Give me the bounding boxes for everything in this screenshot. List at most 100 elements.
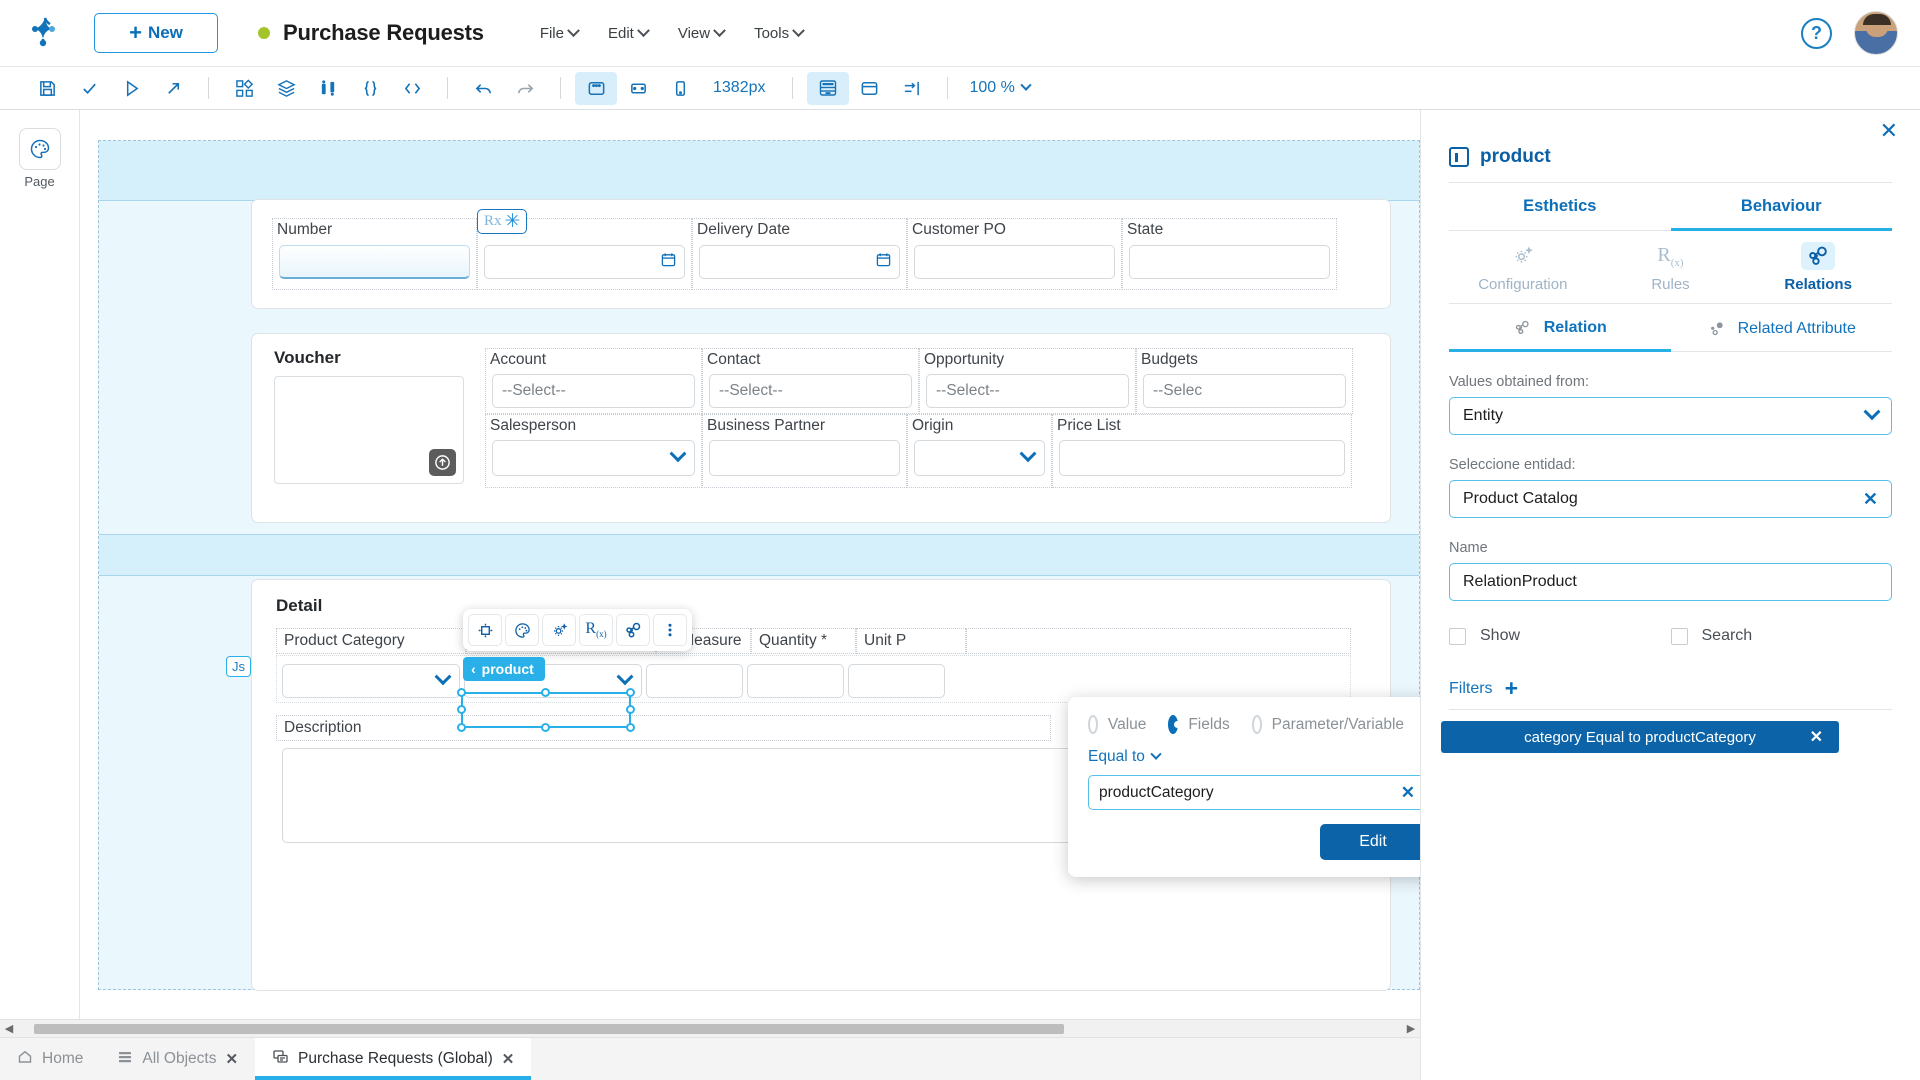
field-origin-input[interactable] <box>914 440 1045 476</box>
genexus-logo-icon[interactable] <box>22 10 68 56</box>
viewport-phone-button[interactable] <box>659 72 701 105</box>
js-badge[interactable]: Js <box>226 656 251 677</box>
column-header-extra[interactable] <box>966 628 1351 654</box>
menu-item-file[interactable]: File <box>540 25 578 42</box>
clear-icon[interactable]: ✕ <box>1863 489 1878 510</box>
field-account-input[interactable]: --Select-- <box>492 374 695 408</box>
resize-handle-nw[interactable] <box>457 688 466 697</box>
selection-box[interactable] <box>461 692 631 728</box>
scrollbar-track[interactable] <box>18 1024 1402 1034</box>
tab-esthetics[interactable]: Esthetics <box>1449 183 1671 231</box>
checkbox-search[interactable]: Search <box>1671 627 1893 645</box>
field-budgets[interactable]: Budgets --Selec <box>1136 348 1353 414</box>
field-origin[interactable]: Origin <box>907 414 1052 488</box>
configuration-button[interactable] <box>542 614 576 646</box>
checkbox-show[interactable]: Show <box>1449 627 1671 645</box>
column-header-quantity[interactable]: Quantity * <box>751 628 856 654</box>
more-button[interactable] <box>653 614 687 646</box>
deploy-button[interactable] <box>152 72 194 105</box>
field-salesperson[interactable]: Salesperson <box>485 414 702 488</box>
subtab-rules[interactable]: R(x) Rules <box>1597 231 1745 303</box>
field-number-input[interactable] <box>279 245 470 279</box>
variables-button[interactable] <box>307 72 349 105</box>
scrollbar-thumb[interactable] <box>34 1024 1064 1034</box>
field-business-partner-input[interactable] <box>709 440 900 476</box>
field-price-list[interactable]: Price List <box>1052 414 1352 488</box>
values-obtained-from-select[interactable]: Entity <box>1449 397 1892 435</box>
field-budgets-input[interactable]: --Selec <box>1143 374 1346 408</box>
mode-related-attribute[interactable]: Related Attribute <box>1671 304 1893 352</box>
radio-value[interactable] <box>1088 715 1098 734</box>
close-icon[interactable]: ✕ <box>1810 727 1823 747</box>
filter-field-input[interactable]: productCategory ✕ <box>1088 775 1426 810</box>
chevron-left-icon[interactable]: ◀ <box>0 1022 18 1035</box>
subtab-relations[interactable]: Relations <box>1744 231 1892 303</box>
cell-unit-price[interactable] <box>848 664 945 698</box>
radio-fields[interactable] <box>1168 715 1178 734</box>
design-canvas[interactable]: Number Date Delive <box>80 110 1420 1020</box>
field-state-input[interactable] <box>1129 245 1330 279</box>
menu-item-edit[interactable]: Edit <box>608 25 648 42</box>
edit-button[interactable]: Edit <box>1320 824 1426 860</box>
avatar[interactable] <box>1854 11 1898 55</box>
resize-handle-e[interactable] <box>626 705 635 714</box>
field-opportunity[interactable]: Opportunity --Select-- <box>919 348 1136 414</box>
field-contact[interactable]: Contact --Select-- <box>702 348 919 414</box>
events-button[interactable] <box>349 72 391 105</box>
field-account[interactable]: Account --Select-- <box>485 348 702 414</box>
field-price-list-input[interactable] <box>1059 440 1345 476</box>
save-button[interactable] <box>26 72 68 105</box>
checkbox-show-box[interactable] <box>1449 628 1466 645</box>
relations-button[interactable] <box>616 614 650 646</box>
mode-relation[interactable]: Relation <box>1449 304 1671 352</box>
subtab-configuration[interactable]: Configuration <box>1449 231 1597 303</box>
rules-button[interactable]: R(x) <box>579 614 613 646</box>
field-delivery-date-input[interactable] <box>699 245 900 279</box>
field-contact-input[interactable]: --Select-- <box>709 374 912 408</box>
help-icon[interactable]: ? <box>1801 18 1832 49</box>
column-header-unit-price[interactable]: Unit P <box>856 628 966 654</box>
canvas-horizontal-scrollbar[interactable]: ◀ ▶ <box>0 1019 1420 1037</box>
chevron-right-icon[interactable]: ▶ <box>1402 1022 1420 1035</box>
zoom-control[interactable]: 100 % <box>962 79 1038 97</box>
resize-handle-ne[interactable] <box>626 688 635 697</box>
resize-handle-s[interactable] <box>541 723 550 732</box>
viewport-desktop-button[interactable] <box>575 72 617 105</box>
tab-behaviour[interactable]: Behaviour <box>1671 183 1893 231</box>
tab-home[interactable]: Home <box>0 1038 100 1080</box>
tab-all-objects[interactable]: All Objects ✕ <box>100 1038 255 1080</box>
clear-icon[interactable]: ✕ <box>1401 783 1415 803</box>
move-button[interactable] <box>468 614 502 646</box>
entity-input[interactable]: Product Catalog ✕ <box>1449 480 1892 518</box>
field-delivery-date[interactable]: Delivery Date <box>692 218 907 290</box>
panel-view-button[interactable] <box>849 72 891 105</box>
close-icon[interactable]: ✕ <box>1880 118 1898 144</box>
resize-handle-n[interactable] <box>541 688 550 697</box>
selection-tag-product[interactable]: ‹ product <box>463 657 545 681</box>
upload-circle-icon[interactable] <box>429 449 456 476</box>
checkbox-search-box[interactable] <box>1671 628 1688 645</box>
new-button[interactable]: + New <box>94 13 218 53</box>
rail-item-page[interactable]: Page <box>0 128 79 189</box>
column-header-product-category[interactable]: Product Category <box>276 628 466 654</box>
resize-handle-se[interactable] <box>626 723 635 732</box>
filter-chip[interactable]: category Equal to productCategory ✕ <box>1441 721 1839 753</box>
cell-unit-of-measure[interactable] <box>646 664 743 698</box>
field-business-partner[interactable]: Business Partner <box>702 414 907 488</box>
code-button[interactable] <box>391 72 433 105</box>
align-button[interactable] <box>891 72 933 105</box>
calendar-icon[interactable] <box>876 252 891 272</box>
field-customer-po[interactable]: Customer PO <box>907 218 1122 290</box>
resize-handle-w[interactable] <box>457 705 466 714</box>
redo-button[interactable] <box>504 72 546 105</box>
field-state[interactable]: State <box>1122 218 1337 290</box>
style-button[interactable] <box>505 614 539 646</box>
calendar-icon[interactable] <box>661 252 676 272</box>
rx-badge[interactable]: Rx ✳ <box>477 209 527 234</box>
components-button[interactable] <box>223 72 265 105</box>
layout-view-button[interactable] <box>807 72 849 105</box>
radio-parameter-variable[interactable] <box>1252 715 1262 734</box>
field-opportunity-input[interactable]: --Select-- <box>926 374 1129 408</box>
field-customer-po-input[interactable] <box>914 245 1115 279</box>
resize-handle-sw[interactable] <box>457 723 466 732</box>
